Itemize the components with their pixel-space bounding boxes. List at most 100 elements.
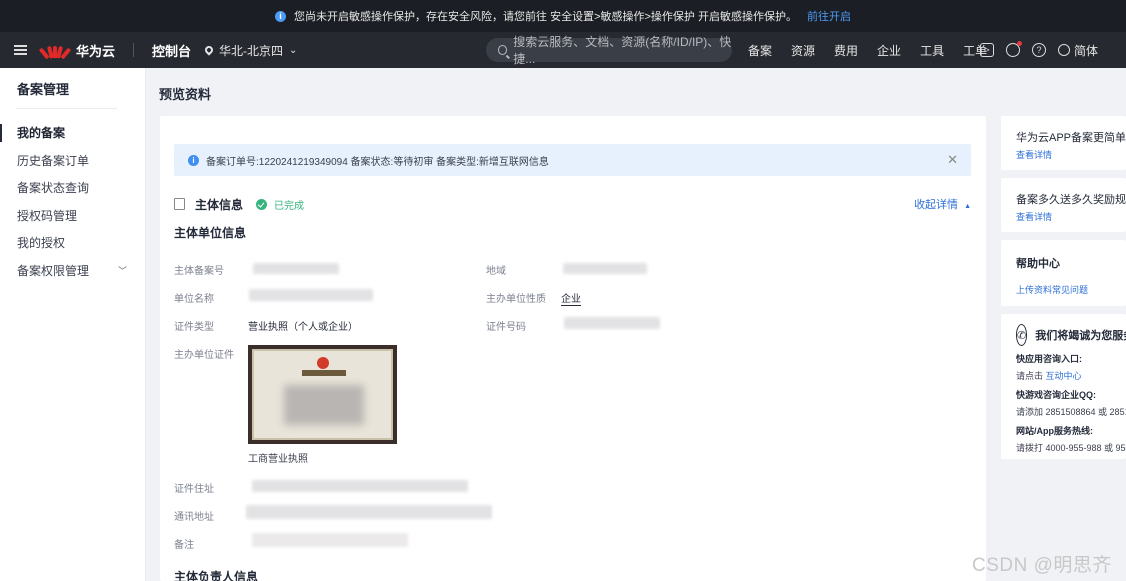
page-title: 预览资料 bbox=[159, 87, 212, 102]
sidebar-item-label: 我的备案 bbox=[17, 126, 66, 141]
console-link[interactable]: 控制台 bbox=[152, 41, 191, 60]
view-details-link[interactable]: 查看详情 bbox=[1016, 210, 1126, 223]
help-center-title: 帮助中心 bbox=[1016, 258, 1060, 270]
remark-label: 备注 bbox=[174, 540, 194, 551]
global-search-input[interactable]: 搜索云服务、文档、资源(名称/ID/IP)、快捷... bbox=[486, 35, 732, 66]
header-divider bbox=[133, 43, 135, 57]
redacted-value bbox=[564, 317, 660, 329]
mail-address-label: 通讯地址 bbox=[174, 512, 214, 523]
caret-up-icon: ▲ bbox=[964, 203, 971, 210]
bell-icon[interactable] bbox=[1006, 41, 1022, 57]
redacted-value bbox=[563, 263, 647, 274]
redacted-value bbox=[246, 505, 492, 519]
huawei-cloud-logo[interactable]: 华为云 bbox=[38, 41, 116, 60]
record-info-alert: i 备案订单号:1220241219349094 备案状态:等待初审 备案类型:… bbox=[174, 144, 971, 176]
redacted-value bbox=[249, 289, 373, 301]
section-title: 主体信息 bbox=[195, 197, 244, 212]
phone-icon: ✆ bbox=[1016, 324, 1028, 346]
region-field-label: 地域 bbox=[486, 266, 506, 277]
region-label: 华北-北京四 bbox=[219, 43, 284, 58]
subsection-title: 主体负责人信息 bbox=[174, 570, 259, 581]
search-icon bbox=[498, 45, 508, 55]
nav-beian[interactable]: 备案 bbox=[748, 42, 772, 59]
view-details-link[interactable]: 查看详情 bbox=[1016, 148, 1126, 161]
menu-icon[interactable] bbox=[0, 45, 40, 55]
record-no-label: 主体备案号 bbox=[174, 266, 224, 277]
collapse-label: 收起详情 bbox=[914, 199, 959, 211]
company-name-label: 单位名称 bbox=[174, 294, 214, 305]
quick-app-label: 快应用咨询入口: bbox=[1016, 354, 1082, 364]
nav-tools[interactable]: 工具 bbox=[920, 42, 944, 59]
chevron-down-icon: ﹀ bbox=[117, 265, 127, 276]
seal-icon bbox=[317, 357, 329, 369]
rail-card-title: 华为云APP备案更简单 bbox=[1016, 132, 1126, 144]
sidebar-item-history-orders[interactable]: 历史备案订单 bbox=[0, 147, 145, 175]
help-icon[interactable]: ? bbox=[1032, 43, 1046, 57]
quick-app-prefix: 请点击 bbox=[1016, 371, 1044, 381]
cert-image-label: 主办单位证件 bbox=[174, 350, 234, 361]
sidebar-item-label: 备案权限管理 bbox=[17, 263, 90, 278]
top-header: 华为云 控制台 华北-北京四 ⌄ 搜索云服务、文档、资源(名称/ID/IP)、快… bbox=[0, 32, 1126, 68]
contact-title: 我们将竭诚为您服务 bbox=[1035, 330, 1126, 342]
status-badge: 已完成 bbox=[274, 200, 305, 212]
hotline-text: 请拨打 4000-955-988 或 950 bbox=[1016, 443, 1126, 453]
header-nav: 备案 资源 费用 企业 工具 工单 bbox=[748, 32, 1006, 68]
security-notice-text: 您尚未开启敏感操作保护，存在安全风险，请您前往 安全设置>敏感操作>操作保护 开… bbox=[294, 11, 797, 23]
collapse-details-link[interactable]: 收起详情 ▲ bbox=[914, 196, 971, 212]
app-filing-card[interactable]: 华为云APP备案更简单 查看详情 bbox=[1001, 116, 1126, 170]
qq-label: 快游戏咨询企业QQ: bbox=[1016, 390, 1096, 400]
cert-type-value: 营业执照（个人或企业） bbox=[248, 322, 358, 333]
sidebar-item-status-query[interactable]: 备案状态查询 bbox=[0, 174, 145, 202]
info-icon: i bbox=[275, 10, 287, 22]
cert-address-label: 证件住址 bbox=[174, 484, 214, 495]
header-icons: > ? 简体 bbox=[980, 32, 1098, 68]
sidebar-item-auth-code[interactable]: 授权码管理 bbox=[0, 202, 145, 230]
nav-enterprise[interactable]: 企业 bbox=[877, 42, 901, 59]
contact-card: ✆ 我们将竭诚为您服务 快应用咨询入口: 请点击 互动中心 快游戏咨询企业QQ:… bbox=[1001, 314, 1126, 459]
alert-text: 备案订单号:1220241219349094 备案状态:等待初审 备案类型:新增… bbox=[206, 156, 549, 168]
license-heading-graphic bbox=[302, 370, 346, 376]
info-icon: i bbox=[188, 154, 199, 166]
close-icon[interactable]: ✕ bbox=[947, 152, 958, 168]
sidebar-item-label: 授权码管理 bbox=[17, 208, 78, 223]
sidebar-title: 备案管理 bbox=[17, 82, 70, 97]
sidebar-item-my-auth[interactable]: 我的授权 bbox=[0, 229, 145, 257]
preview-card: i 备案订单号:1220241219349094 备案状态:等待初审 备案类型:… bbox=[160, 116, 986, 581]
org-nature-value: 企业 bbox=[561, 290, 581, 306]
globe-icon bbox=[1058, 44, 1070, 56]
sidebar-item-my-records[interactable]: 我的备案 bbox=[0, 119, 145, 147]
sidebar-item-label: 历史备案订单 bbox=[17, 153, 90, 168]
help-center-card: 帮助中心 上传资料常见问题 bbox=[1001, 240, 1126, 306]
sidebar-item-label: 备案状态查询 bbox=[17, 181, 90, 196]
cert-type-label: 证件类型 bbox=[174, 322, 214, 333]
section-header: 主体信息 已完成 收起详情 ▲ bbox=[174, 194, 971, 214]
brand-name: 华为云 bbox=[76, 43, 116, 59]
redacted-content bbox=[284, 385, 364, 425]
redacted-value bbox=[252, 480, 468, 492]
building-icon bbox=[174, 198, 185, 210]
rail-card-title: 备案多久送多久奖励规则 bbox=[1016, 194, 1126, 206]
sidebar: 备案管理 我的备案 历史备案订单 备案状态查询 授权码管理 我的授权 备案权限管… bbox=[0, 68, 146, 581]
interaction-center-link[interactable]: 互动中心 bbox=[1046, 371, 1082, 381]
qq-text: 请添加 2851508864 或 2851 bbox=[1016, 407, 1126, 417]
language-switcher[interactable]: 简体 bbox=[1058, 42, 1098, 59]
business-license-image[interactable] bbox=[248, 345, 397, 444]
region-selector[interactable]: 华北-北京四 ⌄ bbox=[203, 42, 298, 59]
chevron-down-icon: ⌄ bbox=[289, 44, 298, 56]
reward-rules-card[interactable]: 备案多久送多久奖励规则 查看详情 bbox=[1001, 178, 1126, 232]
check-circle-icon bbox=[256, 198, 268, 210]
terminal-icon[interactable]: > bbox=[980, 43, 994, 57]
hotline-label: 网站/App服务热线: bbox=[1016, 426, 1093, 436]
license-caption: 工商营业执照 bbox=[248, 454, 308, 465]
language-label: 简体 bbox=[1074, 43, 1099, 58]
search-placeholder: 搜索云服务、文档、资源(名称/ID/IP)、快捷... bbox=[513, 35, 732, 66]
nav-billing[interactable]: 费用 bbox=[834, 42, 858, 59]
watermark: CSDN @明思齐 bbox=[972, 555, 1112, 576]
nav-resources[interactable]: 资源 bbox=[791, 42, 815, 59]
cert-no-label: 证件号码 bbox=[486, 322, 526, 333]
sidebar-item-permissions[interactable]: 备案权限管理 ﹀ bbox=[0, 257, 145, 285]
upload-faq-link[interactable]: 上传资料常见问题 bbox=[1016, 283, 1126, 296]
enable-protection-link[interactable]: 前往开启 bbox=[807, 8, 851, 24]
redacted-value bbox=[252, 533, 408, 547]
org-nature-label: 主办单位性质 bbox=[486, 294, 546, 305]
